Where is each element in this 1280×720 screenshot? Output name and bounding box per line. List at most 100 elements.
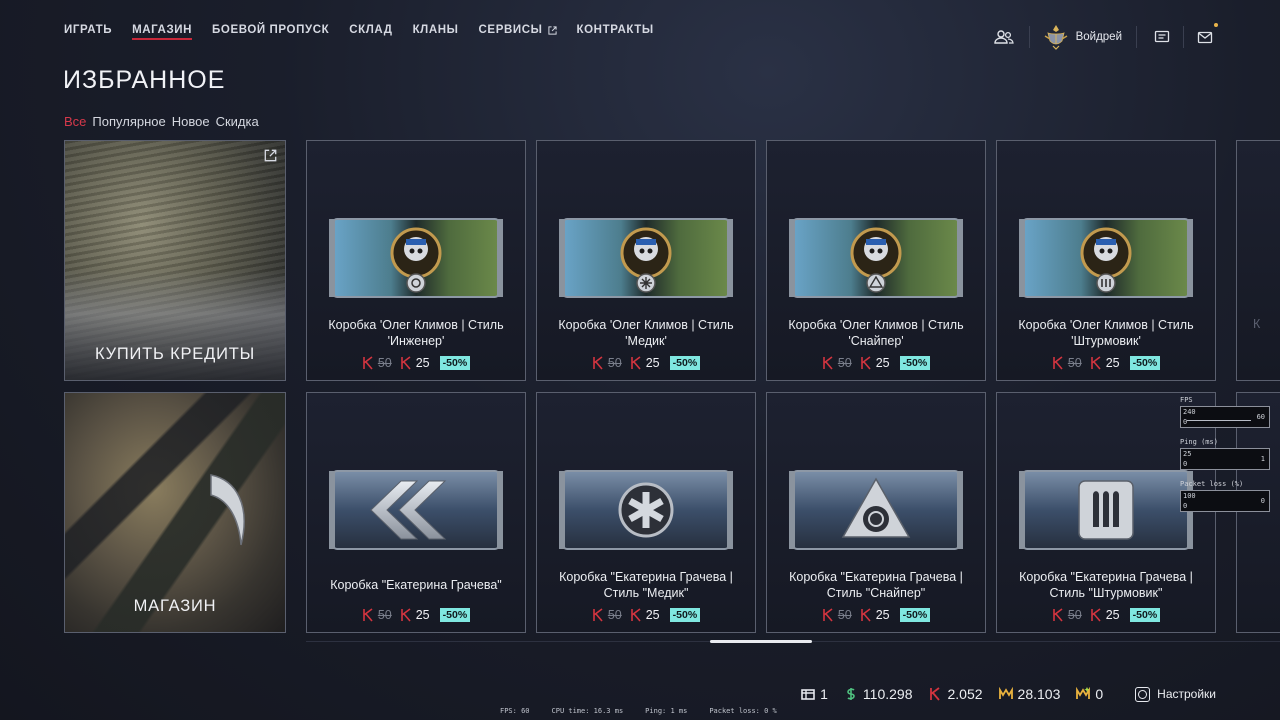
kredit-icon [860,608,871,622]
crate-klimov-medic-image [559,218,733,298]
horizontal-scrollbar[interactable] [710,640,812,643]
item-name: Коробка "Екатерина Грачева | Стиль "Штур… [1019,570,1193,600]
shop-tile[interactable]: МАГАЗИН [64,392,286,633]
item-name: Коробка "Екатерина Грачева | Стиль "Снай… [789,570,963,600]
chat-icon[interactable] [1151,26,1173,48]
nav-item-contracts[interactable]: КОНТРАКТЫ [577,20,654,40]
battlepass-value: 0 [1095,686,1104,702]
crates-balance[interactable]: 1 [801,686,828,702]
warbucks-balance[interactable]: 110.298 [844,686,912,702]
item-card[interactable]: Коробка 'Олег Климов | Стиль 'Снайпер' 5… [766,140,986,381]
new-price: 25 [415,608,430,622]
settings-button[interactable]: Настройки [1135,686,1216,702]
price-row: 50 25 -50% [307,608,525,622]
item-card-partial[interactable] [1236,392,1280,633]
nav-item-shop[interactable]: МАГАЗИН [132,20,193,40]
notification-dot [1214,23,1218,27]
item-card[interactable]: Коробка 'Олег Климов | Стиль 'Штурмовик'… [996,140,1216,381]
discount-badge: -50% [439,608,471,622]
kredit-icon [400,608,411,622]
battlepass-balance[interactable]: 0 [1076,686,1103,702]
kredit-icon [400,356,411,370]
price-row: 50 25 -50% [537,608,755,622]
nav-item-play[interactable]: ИГРАТЬ [64,20,112,40]
nav-item-services[interactable]: СЕРВИСЫ [479,20,557,40]
filter-discount[interactable]: Скидка [216,114,259,129]
kredit-icon [1090,608,1101,622]
ping-graph: Ping (ms) 25 0 1 [1180,438,1270,470]
ping-min: 0 [1183,460,1188,468]
kredit-icon [593,608,603,622]
item-card-partial[interactable]: К [1236,140,1280,381]
buy-credits-tile[interactable]: КУПИТЬ КРЕДИТЫ [64,140,286,381]
kredits-value: 2.052 [947,686,983,702]
item-name: Коробка 'Олег Климов | Стиль 'Инженер' [328,318,504,348]
new-price: 25 [645,356,660,370]
crate-gracheva-rifleman-image [1019,470,1193,550]
new-price: 25 [875,608,890,622]
status-cpu: CPU time: 16.3 ms [551,707,624,715]
profile-button[interactable]: Войдрей [1044,24,1122,50]
kredit-icon [630,608,641,622]
new-price: 25 [1105,608,1120,622]
item-name: Коробка 'Олег Климов | Стиль 'Штурмовик' [1018,318,1194,348]
kredit-icon [363,356,373,370]
friends-icon[interactable] [993,26,1015,48]
kredit-icon [823,608,833,622]
karambit-blade-image [210,474,245,546]
status-fps: FPS: 60 [500,707,530,715]
item-card[interactable]: Коробка "Екатерина Грачева | Стиль "Штур… [996,392,1216,633]
discount-badge: -50% [1129,608,1161,622]
kredit-icon [593,356,603,370]
filter-popular[interactable]: Популярное [92,114,165,129]
price-row: 50 25 -50% [767,356,985,370]
mail-icon[interactable] [1194,23,1218,48]
crown-icon [998,687,1013,699]
main-nav: ИГРАТЬ МАГАЗИН БОЕВОЙ ПРОПУСК СКЛАД КЛАН… [64,20,654,40]
packet-loss-min: 0 [1183,502,1188,510]
kredit-icon [860,356,871,370]
new-price: 25 [875,356,890,370]
buy-credits-label: КУПИТЬ КРЕДИТЫ [94,345,256,363]
item-card[interactable]: Коробка "Екатерина Грачева" 50 25 -50% [306,392,526,633]
new-price: 25 [1105,356,1120,370]
item-card[interactable]: Коробка "Екатерина Грачева | Стиль "Снай… [766,392,986,633]
fps-value: 60 [1256,413,1265,421]
ping-max: 25 [1183,450,1192,458]
nav-item-clans[interactable]: КЛАНЫ [413,20,459,40]
nav-label: БОЕВОЙ ПРОПУСК [212,24,330,36]
discount-badge: -50% [439,356,471,370]
nav-label: СЕРВИСЫ [478,24,543,36]
ping-graph-box: 25 0 1 [1180,448,1270,470]
kredit-icon [1053,356,1063,370]
nav-item-storage[interactable]: СКЛАД [349,20,392,40]
old-price: 50 [1067,356,1082,370]
item-card[interactable]: Коробка 'Олег Климов | Стиль 'Инженер' 5… [306,140,526,381]
item-card[interactable]: Коробка 'Олег Климов | Стиль 'Медик' 50 … [536,140,756,381]
price-row: 50 25 -50% [997,356,1215,370]
filter-new[interactable]: Новое [172,114,210,129]
nav-item-battle-pass[interactable]: БОЕВОЙ ПРОПУСК [212,20,329,40]
item-name: Коробка "Екатерина Грачева | Стиль "Меди… [559,570,733,600]
crowns-balance[interactable]: 28.103 [998,686,1060,702]
item-card[interactable]: Коробка "Екатерина Грачева | Стиль "Меди… [536,392,756,633]
kredit-icon [630,356,641,370]
packet-loss-graph-title: Packet loss (%) [1180,480,1244,488]
kredit-icon [363,608,373,622]
old-price: 50 [607,608,622,622]
new-price: 25 [415,356,430,370]
crate-icon [801,689,815,700]
item-name: Коробка 'Олег Климов | Стиль 'Медик' [558,318,734,348]
crate-klimov-engineer-image [329,218,503,298]
rank-emblem-icon [1044,25,1067,50]
crate-gracheva-sniper-image [789,470,963,550]
battlepass-currency-icon [1076,687,1091,699]
discount-badge: -50% [899,608,931,622]
fps-graph-box: 240 0 60 [1180,406,1270,428]
kredits-balance[interactable]: 2.052 [928,686,983,702]
external-link-icon [547,25,557,35]
currency-bar: 1 110.298 2.052 28.103 0 Настройки [801,686,1216,702]
filter-all[interactable]: Все [64,114,86,129]
nav-label: КЛАНЫ [412,24,459,36]
old-price: 50 [607,356,622,370]
